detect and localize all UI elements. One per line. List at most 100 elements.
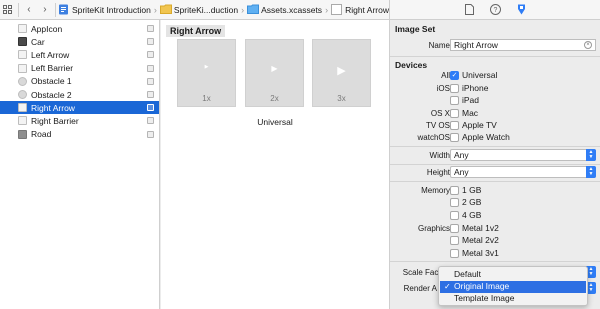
back-arrow-icon[interactable]: ‹: [21, 0, 37, 20]
up-down-arrows-icon: ▲ ▼: [586, 166, 596, 178]
divider: [390, 56, 600, 57]
image-set-canvas: Right Arrow ▶ 1x ▶ 2x ▶ 3x Universal: [161, 20, 389, 309]
forward-arrow-icon[interactable]: ›: [37, 0, 53, 20]
image-set-icon: [331, 4, 343, 15]
breadcrumb-label: SpriteKi...duction: [173, 4, 239, 15]
play-arrow-icon: ▶: [271, 64, 278, 73]
ipad-checkbox[interactable]: [450, 96, 459, 105]
breadcrumb-assets[interactable]: Assets.xcassets: [247, 4, 322, 15]
checkbox-label: Universal: [462, 70, 498, 80]
divider: [390, 164, 600, 165]
slot-badge-icon: [147, 77, 154, 85]
name-label: Name: [428, 41, 450, 50]
width-popup[interactable]: Any ▲ ▼: [450, 149, 596, 161]
device-group-label: All: [441, 71, 450, 80]
list-item-car[interactable]: Car: [0, 35, 159, 48]
mac-checkbox[interactable]: [450, 109, 459, 118]
list-item-label: Right Arrow: [31, 102, 75, 113]
breadcrumb-label: Assets.xcassets: [261, 4, 323, 15]
checkbox-label: Metal 2v2: [462, 235, 499, 245]
name-field[interactable]: Right Arrow ×: [450, 39, 596, 51]
divider: [17, 2, 19, 17]
breadcrumb-project[interactable]: SpriteKit Introduction: [58, 4, 151, 15]
list-item-label: Obstacle 1: [31, 76, 72, 87]
device-group-label: iOS: [436, 84, 450, 93]
list-item-road[interactable]: Road: [0, 128, 159, 141]
device-group-label: OS X: [430, 109, 450, 118]
slot-1x[interactable]: ▶ 1x: [177, 39, 236, 107]
list-item-label: Right Barrier: [31, 115, 79, 126]
list-item-left-barrier[interactable]: Left Barrier: [0, 62, 159, 75]
checkbox-label: 1 GB: [462, 185, 482, 195]
app-icon-thumbnail: [18, 24, 27, 34]
clear-icon[interactable]: ×: [584, 41, 592, 49]
attributes-inspector-icon[interactable]: [515, 4, 527, 16]
file-inspector-icon[interactable]: [463, 4, 475, 16]
list-item-left-arrow[interactable]: Left Arrow: [0, 48, 159, 61]
slot-badge-icon: [147, 51, 154, 59]
slot-badge-icon: [147, 130, 154, 138]
left-arrow-thumbnail: [18, 50, 27, 60]
memory-1gb-checkbox[interactable]: [450, 186, 459, 195]
slot-badge-icon: [147, 64, 154, 72]
right-arrow-thumbnail: [18, 103, 27, 113]
metal-3v1-checkbox[interactable]: [450, 249, 459, 258]
divider: [390, 261, 600, 262]
asset-catalog-list: AppIcon Car Left Arrow Left Barrier Obst…: [0, 20, 160, 309]
menu-item-template-image[interactable]: Template Image: [440, 293, 586, 305]
quick-help-icon[interactable]: ?: [489, 4, 501, 16]
slot-badge-icon: [147, 91, 154, 99]
list-item-appicon[interactable]: AppIcon: [0, 22, 159, 35]
list-item-obstacle-1[interactable]: Obstacle 1: [0, 75, 159, 88]
jump-bar: ‹ › SpriteKit Introduction › SpriteKi...…: [0, 0, 389, 20]
up-down-arrows-icon: ▲ ▼: [586, 149, 596, 161]
metal-2v2-checkbox[interactable]: [450, 236, 459, 245]
list-item-right-arrow[interactable]: Right Arrow: [0, 101, 159, 115]
list-item-label: Obstacle 2: [31, 89, 72, 100]
metal-1v2-checkbox[interactable]: [450, 224, 459, 233]
device-group-label: TV OS: [425, 121, 450, 130]
iphone-checkbox[interactable]: [450, 84, 459, 93]
list-item-label: Left Barrier: [31, 63, 74, 74]
chevron-right-icon: ›: [325, 4, 329, 15]
inspector-toolbar: ?: [389, 0, 600, 20]
devices-section-title: Devices: [395, 60, 428, 70]
device-group-label: Universal: [257, 117, 293, 127]
slot-2x[interactable]: ▶ 2x: [245, 39, 304, 107]
apple-tv-checkbox[interactable]: [450, 121, 459, 130]
slot-3x[interactable]: ▶ 3x: [312, 39, 371, 107]
device-group-label: watchOS: [417, 133, 450, 142]
universal-checkbox[interactable]: ✓: [450, 71, 459, 80]
svg-text:?: ?: [493, 7, 497, 14]
breadcrumb-group[interactable]: SpriteKi...duction: [159, 4, 239, 15]
render-as-label: Render A: [403, 284, 437, 293]
chevron-right-icon: ›: [241, 4, 245, 15]
breadcrumb-label: Right Arrow: [345, 4, 389, 15]
popup-value: Any: [454, 167, 469, 177]
checkbox-label: Mac: [462, 108, 479, 118]
menu-item-original-image[interactable]: ✓ Original Image: [440, 281, 586, 293]
related-items-icon[interactable]: [0, 0, 16, 20]
list-item-right-barrier[interactable]: Right Barrier: [0, 114, 159, 127]
slot-badge-icon: [147, 104, 154, 112]
memory-4gb-checkbox[interactable]: [450, 211, 459, 220]
menu-item-default[interactable]: Default: [440, 269, 586, 281]
checkmark-icon: ✓: [444, 282, 451, 291]
memory-label: Memory: [421, 186, 450, 195]
car-thumbnail: [18, 37, 27, 47]
road-thumbnail: [18, 129, 27, 139]
chevron-right-icon: ›: [153, 4, 157, 15]
list-item-obstacle-2[interactable]: Obstacle 2: [0, 88, 159, 101]
slot-scale-label: 3x: [337, 94, 346, 103]
checkbox-label: Metal 1v2: [462, 223, 499, 233]
obstacle-1-thumbnail: [18, 76, 27, 86]
image-set-title: Right Arrow: [166, 25, 226, 37]
breadcrumb-image-set[interactable]: Right Arrow: [331, 4, 389, 15]
image-set-section-title: Image Set: [395, 24, 436, 34]
checkbox-label: Apple Watch: [462, 132, 510, 142]
asset-catalog-folder-icon: [247, 4, 260, 15]
apple-watch-checkbox[interactable]: [450, 133, 459, 142]
height-popup[interactable]: Any ▲ ▼: [450, 166, 596, 178]
memory-2gb-checkbox[interactable]: [450, 198, 459, 207]
play-arrow-icon: ▶: [204, 64, 209, 70]
